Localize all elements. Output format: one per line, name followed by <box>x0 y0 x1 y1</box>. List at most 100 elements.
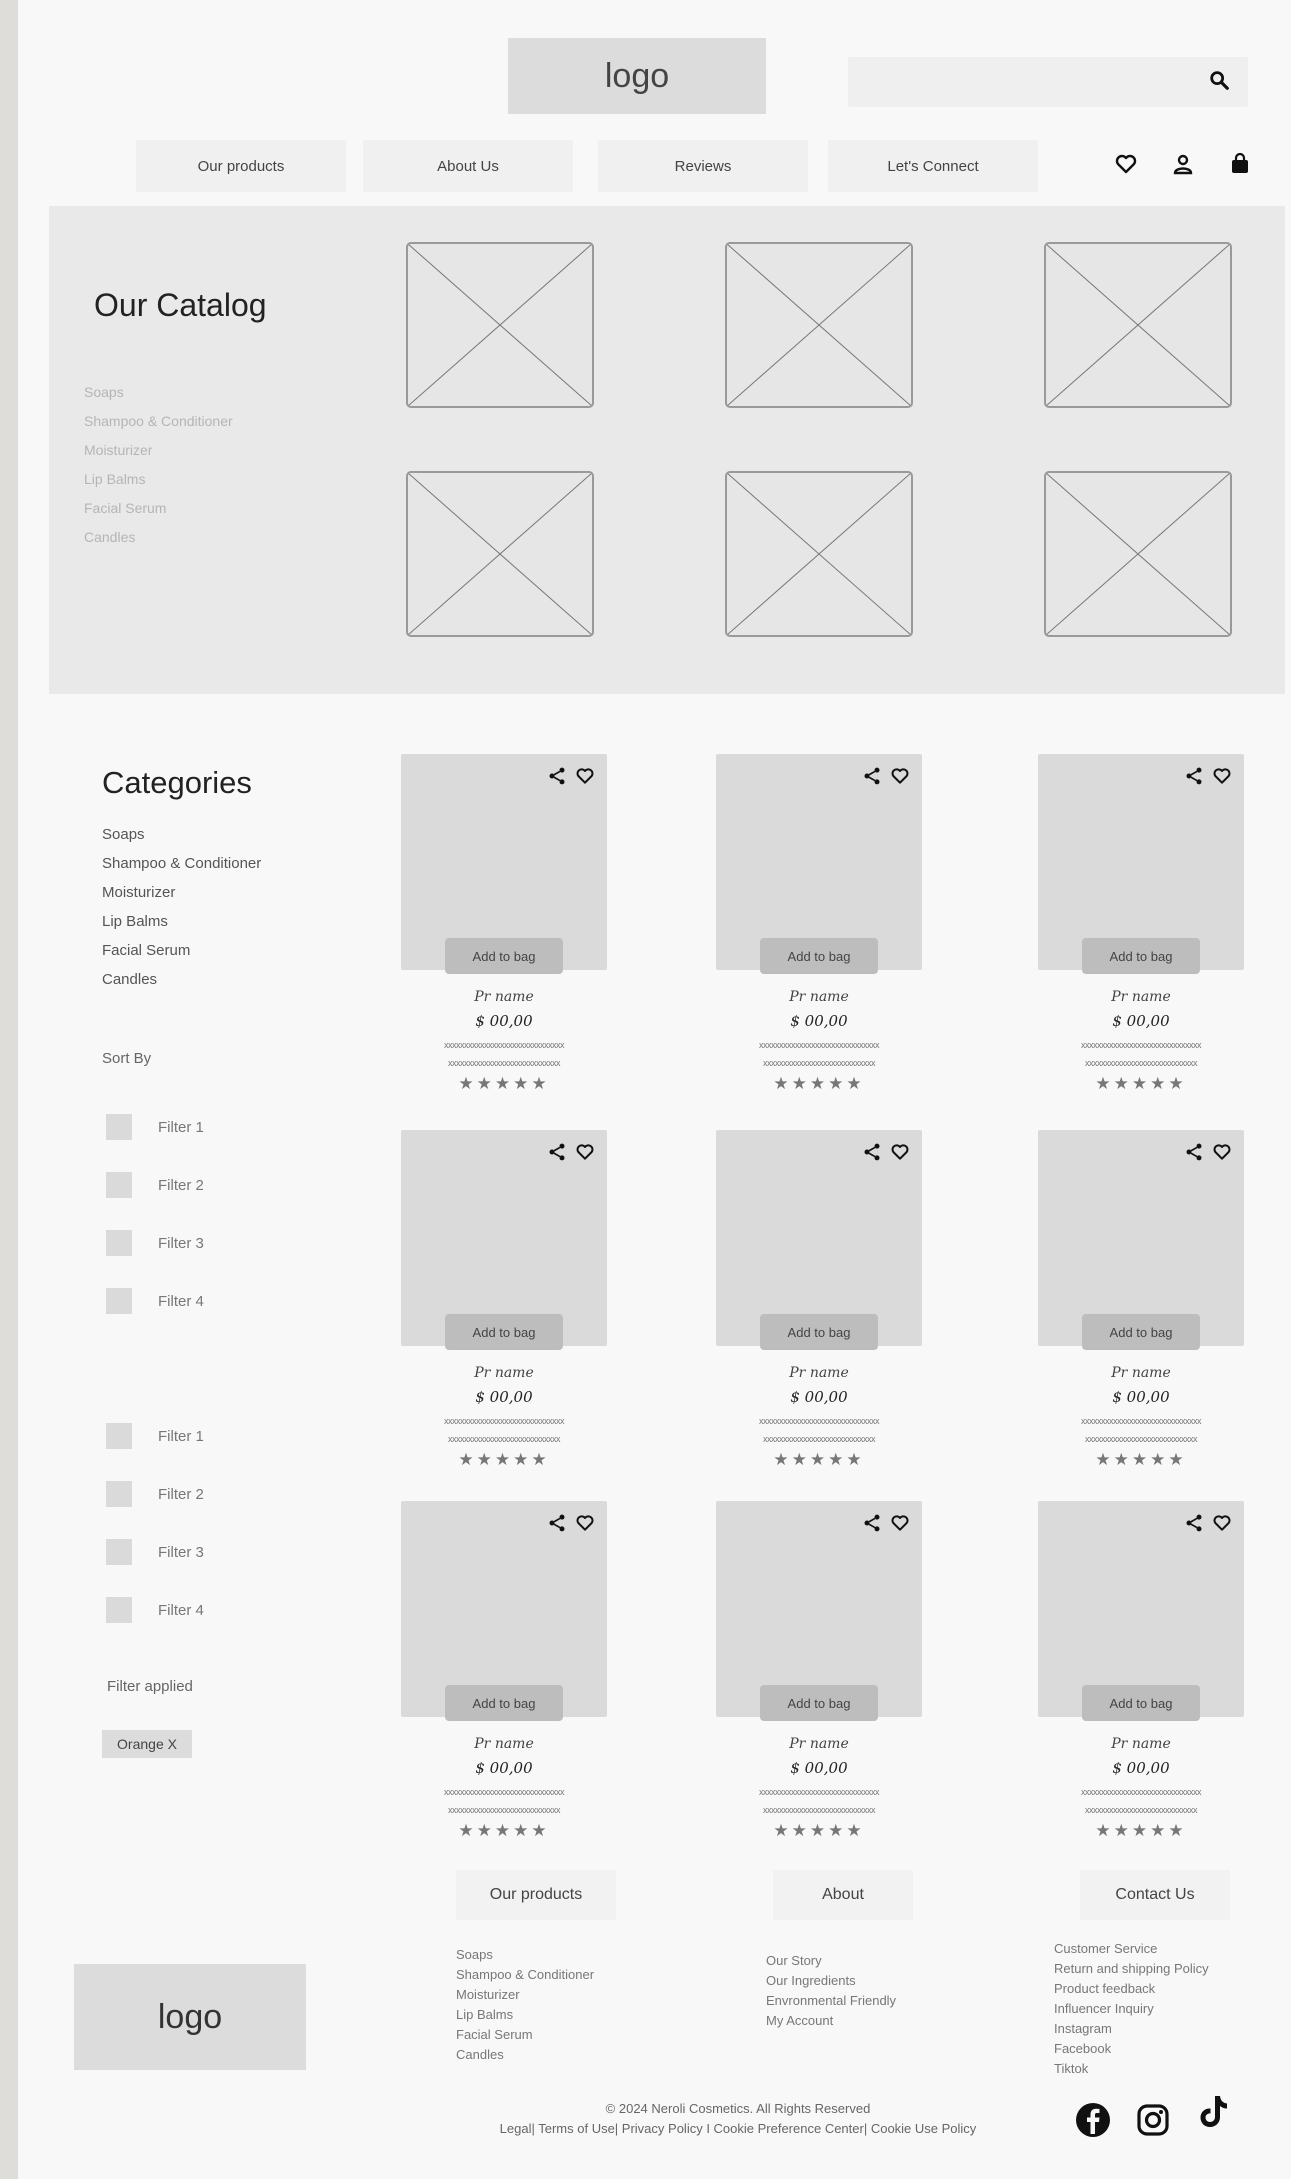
add-to-bag-button[interactable]: Add to bag <box>760 938 878 974</box>
share-icon[interactable] <box>862 766 882 786</box>
product-name[interactable]: Pr name <box>401 1365 607 1381</box>
heart-icon[interactable] <box>575 1513 595 1533</box>
footer-link[interactable]: Envronmental Friendly <box>766 1991 896 2011</box>
footer-link[interactable]: Return and shipping Policy <box>1054 1959 1209 1979</box>
add-to-bag-button[interactable]: Add to bag <box>1082 938 1200 974</box>
category-item[interactable]: Lip Balms <box>102 907 261 936</box>
footer-logo[interactable]: logo <box>74 1964 306 2070</box>
category-item[interactable]: Candles <box>102 965 261 994</box>
product-name[interactable]: Pr name <box>1038 1365 1244 1381</box>
share-icon[interactable] <box>1184 766 1204 786</box>
footer-link[interactable]: Soaps <box>456 1945 594 1965</box>
filter-option[interactable]: Filter 2 <box>106 1170 204 1200</box>
filter-option[interactable]: Filter 1 <box>106 1421 204 1451</box>
instagram-icon[interactable] <box>1133 2100 1173 2140</box>
heart-icon[interactable] <box>575 1142 595 1162</box>
product-image[interactable]: Add to bag <box>1038 1130 1244 1350</box>
footer-link[interactable]: Our Story <box>766 1951 896 1971</box>
product-image[interactable]: Add to bag <box>401 1501 607 1721</box>
product-name[interactable]: Pr name <box>1038 989 1244 1005</box>
footer-link[interactable]: Facebook <box>1054 2039 1209 2059</box>
product-image[interactable]: Add to bag <box>1038 754 1244 974</box>
nav-reviews[interactable]: Reviews <box>598 140 808 192</box>
share-icon[interactable] <box>547 766 567 786</box>
catalog-item[interactable]: Facial Serum <box>84 494 233 523</box>
product-name[interactable]: Pr name <box>1038 1736 1244 1752</box>
share-icon[interactable] <box>862 1513 882 1533</box>
filter-checkbox[interactable] <box>106 1288 132 1314</box>
footer-link[interactable]: Influencer Inquiry <box>1054 1999 1209 2019</box>
add-to-bag-button[interactable]: Add to bag <box>1082 1685 1200 1721</box>
filter-checkbox[interactable] <box>106 1597 132 1623</box>
share-icon[interactable] <box>1184 1513 1204 1533</box>
header-logo[interactable]: logo <box>508 38 766 114</box>
filter-checkbox[interactable] <box>106 1114 132 1140</box>
category-item[interactable]: Facial Serum <box>102 936 261 965</box>
nav-about-us[interactable]: About Us <box>363 140 573 192</box>
filter-option[interactable]: Filter 2 <box>106 1479 204 1509</box>
category-item[interactable]: Soaps <box>102 820 261 849</box>
footer-link[interactable]: Instagram <box>1054 2019 1209 2039</box>
heart-icon[interactable] <box>890 1142 910 1162</box>
share-icon[interactable] <box>862 1142 882 1162</box>
add-to-bag-button[interactable]: Add to bag <box>1082 1314 1200 1350</box>
image-placeholder[interactable] <box>725 242 913 408</box>
heart-icon[interactable] <box>1212 1142 1232 1162</box>
image-placeholder[interactable] <box>1044 471 1232 637</box>
filter-option[interactable]: Filter 1 <box>106 1112 204 1142</box>
filter-checkbox[interactable] <box>106 1481 132 1507</box>
sort-by-label[interactable]: Sort By <box>102 1050 151 1067</box>
filter-option[interactable]: Filter 4 <box>106 1286 204 1316</box>
heart-icon[interactable] <box>575 766 595 786</box>
category-item[interactable]: Shampoo & Conditioner <box>102 849 261 878</box>
footer-link[interactable]: My Account <box>766 2011 896 2031</box>
filter-option[interactable]: Filter 3 <box>106 1228 204 1258</box>
nav-lets-connect[interactable]: Let's Connect <box>828 140 1038 192</box>
footer-link[interactable]: Candles <box>456 2045 594 2065</box>
footer-link[interactable]: Customer Service <box>1054 1939 1209 1959</box>
filter-checkbox[interactable] <box>106 1230 132 1256</box>
footer-link[interactable]: Lip Balms <box>456 2005 594 2025</box>
catalog-item[interactable]: Moisturizer <box>84 436 233 465</box>
image-placeholder[interactable] <box>406 242 594 408</box>
search-icon[interactable] <box>1208 69 1230 91</box>
product-image[interactable]: Add to bag <box>716 1501 922 1721</box>
product-name[interactable]: Pr name <box>401 989 607 1005</box>
user-icon[interactable] <box>1171 152 1195 176</box>
heart-icon[interactable] <box>1212 1513 1232 1533</box>
add-to-bag-button[interactable]: Add to bag <box>445 1314 563 1350</box>
catalog-item[interactable]: Candles <box>84 523 233 552</box>
tiktok-icon[interactable] <box>1193 2092 1233 2132</box>
catalog-item[interactable]: Soaps <box>84 378 233 407</box>
image-placeholder[interactable] <box>406 471 594 637</box>
facebook-icon[interactable] <box>1073 2100 1113 2140</box>
nav-our-products[interactable]: Our products <box>136 140 346 192</box>
legal-links[interactable]: Legal| Terms of Use| Privacy Policy I Co… <box>458 2119 1018 2139</box>
heart-icon[interactable] <box>1212 766 1232 786</box>
image-placeholder[interactable] <box>725 471 913 637</box>
heart-icon[interactable] <box>890 766 910 786</box>
filter-option[interactable]: Filter 4 <box>106 1595 204 1625</box>
filter-checkbox[interactable] <box>106 1539 132 1565</box>
product-name[interactable]: Pr name <box>716 1736 922 1752</box>
filter-option[interactable]: Filter 3 <box>106 1537 204 1567</box>
product-name[interactable]: Pr name <box>716 1365 922 1381</box>
product-image[interactable]: Add to bag <box>716 1130 922 1350</box>
filter-checkbox[interactable] <box>106 1423 132 1449</box>
footer-link[interactable]: Tiktok <box>1054 2059 1209 2079</box>
image-placeholder[interactable] <box>1044 242 1232 408</box>
footer-link[interactable]: Our Ingredients <box>766 1971 896 1991</box>
search-input[interactable] <box>848 57 1248 107</box>
share-icon[interactable] <box>547 1142 567 1162</box>
filter-checkbox[interactable] <box>106 1172 132 1198</box>
footer-link[interactable]: Moisturizer <box>456 1985 594 2005</box>
product-image[interactable]: Add to bag <box>716 754 922 974</box>
catalog-item[interactable]: Lip Balms <box>84 465 233 494</box>
add-to-bag-button[interactable]: Add to bag <box>760 1685 878 1721</box>
product-image[interactable]: Add to bag <box>401 1130 607 1350</box>
catalog-item[interactable]: Shampoo & Conditioner <box>84 407 233 436</box>
category-item[interactable]: Moisturizer <box>102 878 261 907</box>
filter-chip[interactable]: Orange X <box>102 1730 192 1758</box>
shopping-bag-icon[interactable] <box>1228 152 1252 176</box>
share-icon[interactable] <box>547 1513 567 1533</box>
